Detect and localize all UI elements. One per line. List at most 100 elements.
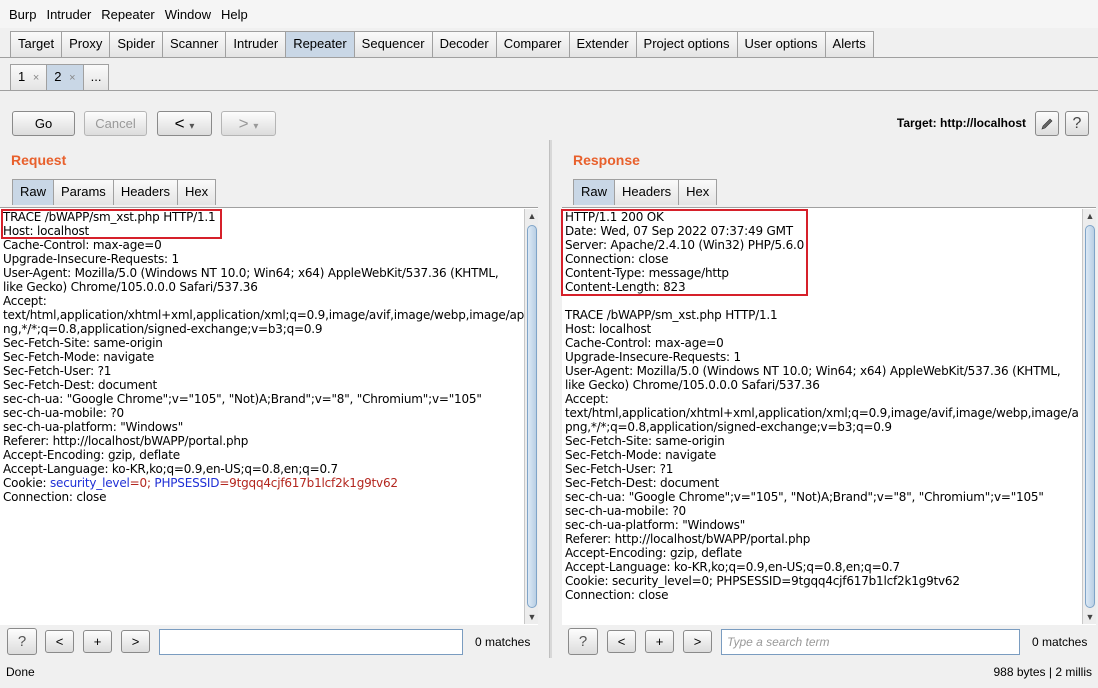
go-button[interactable]: Go: [12, 111, 75, 136]
request-editor[interactable]: TRACE /bWAPP/sm_xst.php HTTP/1.1 Host: lo…: [0, 207, 538, 625]
response-stats: 988 bytes | 2 millis: [993, 665, 1093, 679]
request-line: Accept-Encoding: gzip, deflate: [3, 448, 180, 462]
scroll-down-icon[interactable]: ▼: [1083, 610, 1097, 624]
tab-extender[interactable]: Extender: [568, 31, 637, 57]
cookie-value: =0;: [129, 476, 155, 490]
request-line: sec-ch-ua-mobile: ?0: [3, 406, 124, 420]
menu-repeater[interactable]: Repeater: [96, 7, 159, 22]
request-title: Request: [11, 152, 67, 168]
main-tabs-divider: [0, 57, 1098, 58]
menu-window[interactable]: Window: [160, 7, 216, 22]
cookie-key: PHPSESSID: [154, 476, 220, 490]
tab-hex[interactable]: Hex: [678, 179, 718, 205]
repeater-tab-new[interactable]: ...: [82, 64, 110, 90]
request-line: Accept:: [3, 294, 47, 308]
tab-repeater[interactable]: Repeater: [285, 31, 355, 57]
response-line: [565, 294, 1079, 308]
request-search-input[interactable]: [159, 629, 463, 655]
response-line: sec-ch-ua: "Google Chrome";v="105", "Not…: [565, 490, 1044, 504]
tab-proxy[interactable]: Proxy: [61, 31, 111, 57]
tab-params[interactable]: Params: [53, 179, 114, 205]
request-line: Connection: close: [3, 490, 107, 504]
request-line: Cache-Control: max-age=0: [3, 238, 162, 252]
tab-raw[interactable]: Raw: [573, 179, 616, 205]
tab-target[interactable]: Target: [10, 31, 63, 57]
tab-spider[interactable]: Spider: [109, 31, 163, 57]
target-label: Target: http://localhost: [896, 116, 1026, 130]
tab-hex[interactable]: Hex: [176, 179, 217, 205]
close-icon[interactable]: ×: [33, 72, 39, 84]
highlight-box: [1, 209, 222, 239]
tab-raw[interactable]: Raw: [12, 179, 55, 205]
scroll-thumb[interactable]: [1085, 225, 1095, 608]
tab-scanner[interactable]: Scanner: [161, 31, 227, 57]
repeater-tab-2[interactable]: 2 ×: [46, 64, 84, 90]
response-search-input[interactable]: Type a search term: [721, 629, 1020, 655]
pencil-icon: [1041, 118, 1053, 130]
repeater-tab-label: 2: [54, 69, 62, 84]
request-line: Upgrade-Insecure-Requests: 1: [3, 252, 179, 266]
search-prev-button[interactable]: <: [607, 630, 636, 653]
request-line: Sec-Fetch-User: ?1: [3, 364, 112, 378]
tab-intruder[interactable]: Intruder: [225, 31, 287, 57]
split-divider[interactable]: [549, 140, 552, 658]
help-button[interactable]: ?: [1065, 111, 1089, 136]
response-match-count: 0 matches: [1032, 635, 1088, 649]
forward-arrow-icon: >: [238, 114, 249, 133]
menu-burp[interactable]: Burp: [4, 7, 41, 22]
response-line: sec-ch-ua-platform: "Windows": [565, 518, 746, 532]
response-line: Sec-Fetch-Dest: document: [565, 476, 719, 490]
response-line: sec-ch-ua-mobile: ?0: [565, 504, 686, 518]
search-add-button[interactable]: +: [83, 630, 112, 653]
request-scrollbar[interactable]: ▲ ▼: [524, 209, 538, 624]
tab-headers[interactable]: Headers: [614, 179, 680, 205]
forward-button: > ▾: [221, 111, 276, 136]
request-line: sec-ch-ua: "Google Chrome";v="105", "Not…: [3, 392, 482, 406]
tab-comparer[interactable]: Comparer: [495, 31, 570, 57]
tab-project-options[interactable]: Project options: [635, 31, 738, 57]
search-prev-button[interactable]: <: [45, 630, 74, 653]
request-line: Sec-Fetch-Mode: navigate: [3, 350, 155, 364]
request-line: text/html,application/xhtml+xml,applicat…: [3, 308, 525, 322]
search-help-button[interactable]: ?: [568, 628, 598, 655]
search-next-button[interactable]: >: [683, 630, 712, 653]
cookie-value: =9tgqq4cjf617b1lcf2k1g9tv62: [219, 476, 398, 490]
tab-decoder[interactable]: Decoder: [431, 31, 497, 57]
search-next-button[interactable]: >: [121, 630, 150, 653]
menu-help[interactable]: Help: [216, 7, 253, 22]
scroll-up-icon[interactable]: ▲: [1083, 209, 1097, 223]
response-line: TRACE /bWAPP/sm_xst.php HTTP/1.1: [565, 308, 778, 322]
request-line: Accept-Language: ko-KR,ko;q=0.9,en-US;q=…: [3, 462, 338, 476]
cancel-button: Cancel: [84, 111, 147, 136]
request-line: ng,*/*;q=0.8,application/signed-exchange…: [3, 322, 323, 336]
response-line: Referer: http://localhost/bWAPP/portal.p…: [565, 532, 811, 546]
menu-intruder[interactable]: Intruder: [41, 7, 96, 22]
back-arrow-icon: <: [174, 114, 185, 133]
scroll-up-icon[interactable]: ▲: [525, 209, 539, 223]
search-help-button[interactable]: ?: [7, 628, 37, 655]
tab-alerts[interactable]: Alerts: [824, 31, 874, 57]
back-button[interactable]: < ▾: [157, 111, 212, 136]
request-text: TRACE /bWAPP/sm_xst.php HTTP/1.1 Host: lo…: [3, 210, 524, 504]
scroll-thumb[interactable]: [527, 225, 537, 608]
repeater-tab-1[interactable]: 1 ×: [10, 64, 48, 90]
response-line: Accept:: [565, 392, 609, 406]
tab-headers[interactable]: Headers: [112, 179, 178, 205]
response-line: Sec-Fetch-Site: same-origin: [565, 434, 725, 448]
cookie-label: Cookie:: [3, 476, 50, 490]
close-icon[interactable]: ×: [69, 72, 75, 84]
response-line: Sec-Fetch-Mode: navigate: [565, 448, 717, 462]
chevron-down-icon: ▾: [189, 121, 195, 132]
tab-user-options[interactable]: User options: [736, 31, 826, 57]
response-line: Accept-Encoding: gzip, deflate: [565, 546, 742, 560]
scroll-down-icon[interactable]: ▼: [525, 610, 539, 624]
response-line: Host: localhost: [565, 322, 652, 336]
response-scrollbar[interactable]: ▲ ▼: [1082, 209, 1096, 624]
cookie-key: security_level: [50, 476, 130, 490]
tab-sequencer[interactable]: Sequencer: [353, 31, 433, 57]
status-text: Done: [6, 665, 35, 679]
search-add-button[interactable]: +: [645, 630, 674, 653]
response-line: like Gecko) Chrome/105.0.0.0 Safari/537.…: [565, 378, 820, 392]
edit-target-button[interactable]: [1035, 111, 1059, 136]
response-title: Response: [573, 152, 640, 168]
